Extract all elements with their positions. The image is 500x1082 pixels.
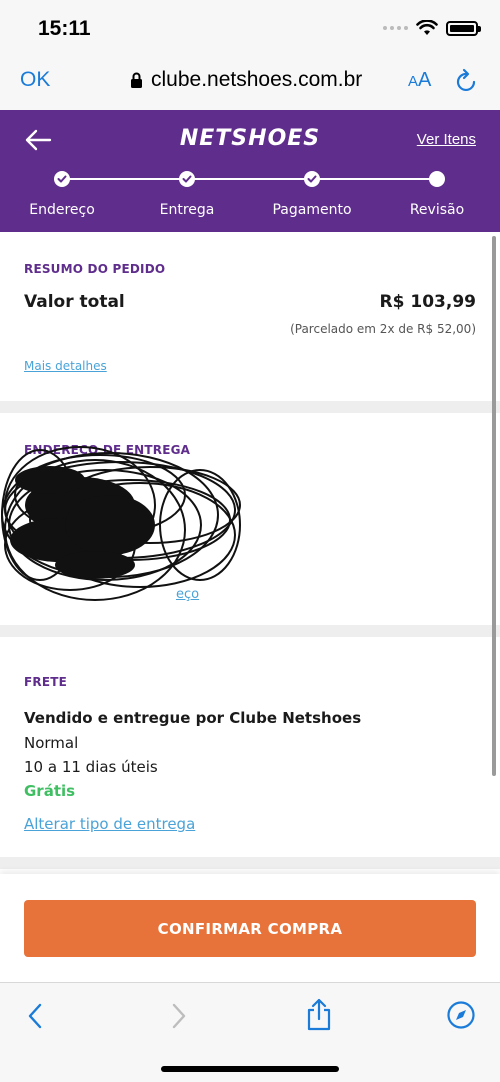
url-text: clube.netshoes.com.br: [151, 68, 363, 91]
confirm-area: CONFIRMAR COMPRA: [0, 874, 500, 982]
stepper-line: [62, 178, 438, 180]
step-dot-endereco: [54, 171, 70, 187]
shipping-address-card: ENDEREÇO DE ENTREGA eço: [0, 413, 500, 625]
step-label-endereco: Endereço: [29, 202, 95, 218]
section-divider: [0, 401, 500, 413]
text-size-button[interactable]: AA: [408, 69, 431, 92]
shipping-price: Grátis: [24, 782, 76, 800]
seller-text: Vendido e entregue por Clube Netshoes: [24, 709, 362, 727]
status-icons: [383, 20, 481, 36]
shipping-card: FRETE Vendido e entregue por Clube Netsh…: [0, 637, 500, 857]
confirm-purchase-button[interactable]: CONFIRMAR COMPRA: [24, 900, 476, 957]
address-field[interactable]: clube.netshoes.com.br: [130, 68, 362, 92]
shipping-title: FRETE: [24, 675, 68, 689]
delivery-time: 10 a 11 dias úteis: [24, 758, 158, 776]
redaction-scribble: [1, 446, 241, 601]
signal-icon: [383, 26, 408, 30]
total-label: Valor total: [24, 292, 125, 312]
browser-forward-icon[interactable]: [166, 1001, 190, 1031]
share-icon[interactable]: [305, 998, 333, 1032]
check-icon: [57, 175, 67, 183]
compass-icon[interactable]: [446, 1000, 476, 1030]
change-delivery-link[interactable]: Alterar tipo de entrega: [24, 815, 195, 833]
text-size-small-a: A: [408, 73, 419, 90]
installments-text: (Parcelado em 2x de R$ 52,00): [290, 322, 476, 336]
step-label-revisao: Revisão: [409, 202, 465, 218]
text-size-large-a: A: [418, 69, 432, 91]
reload-icon[interactable]: [455, 68, 479, 94]
more-details-link[interactable]: Mais detalhes: [24, 359, 107, 373]
total-amount: R$ 103,99: [379, 292, 476, 312]
step-label-pagamento: Pagamento: [272, 202, 352, 218]
order-summary-card: RESUMO DO PEDIDO Valor total R$ 103,99 (…: [0, 232, 500, 401]
shipping-type: Normal: [24, 734, 79, 752]
section-divider: [0, 625, 500, 637]
step-dot-pagamento: [304, 171, 320, 187]
browser-url-bar: OK clube.netshoes.com.br AA: [0, 56, 500, 110]
section-divider: [0, 857, 500, 869]
ok-button[interactable]: OK: [20, 68, 50, 92]
order-summary-title: RESUMO DO PEDIDO: [24, 262, 166, 276]
checkout-content: RESUMO DO PEDIDO Valor total R$ 103,99 (…: [0, 232, 500, 869]
step-dot-revisao: [429, 171, 445, 187]
home-indicator: [161, 1066, 339, 1072]
step-dot-entrega: [179, 171, 195, 187]
step-label-entrega: Entrega: [159, 202, 215, 218]
lock-icon: [131, 72, 142, 88]
status-bar: 15:11: [0, 0, 500, 56]
status-time: 15:11: [38, 17, 91, 40]
battery-icon: [446, 20, 481, 36]
wifi-icon: [416, 20, 438, 35]
browser-back-icon[interactable]: [24, 1001, 48, 1031]
page-scrollbar[interactable]: [492, 236, 496, 776]
ver-itens-link[interactable]: Ver Itens: [417, 131, 476, 148]
check-icon: [182, 175, 192, 183]
check-icon: [307, 175, 317, 183]
checkout-header: NETSHOES Ver Itens Endereço Entrega Paga…: [0, 110, 500, 232]
